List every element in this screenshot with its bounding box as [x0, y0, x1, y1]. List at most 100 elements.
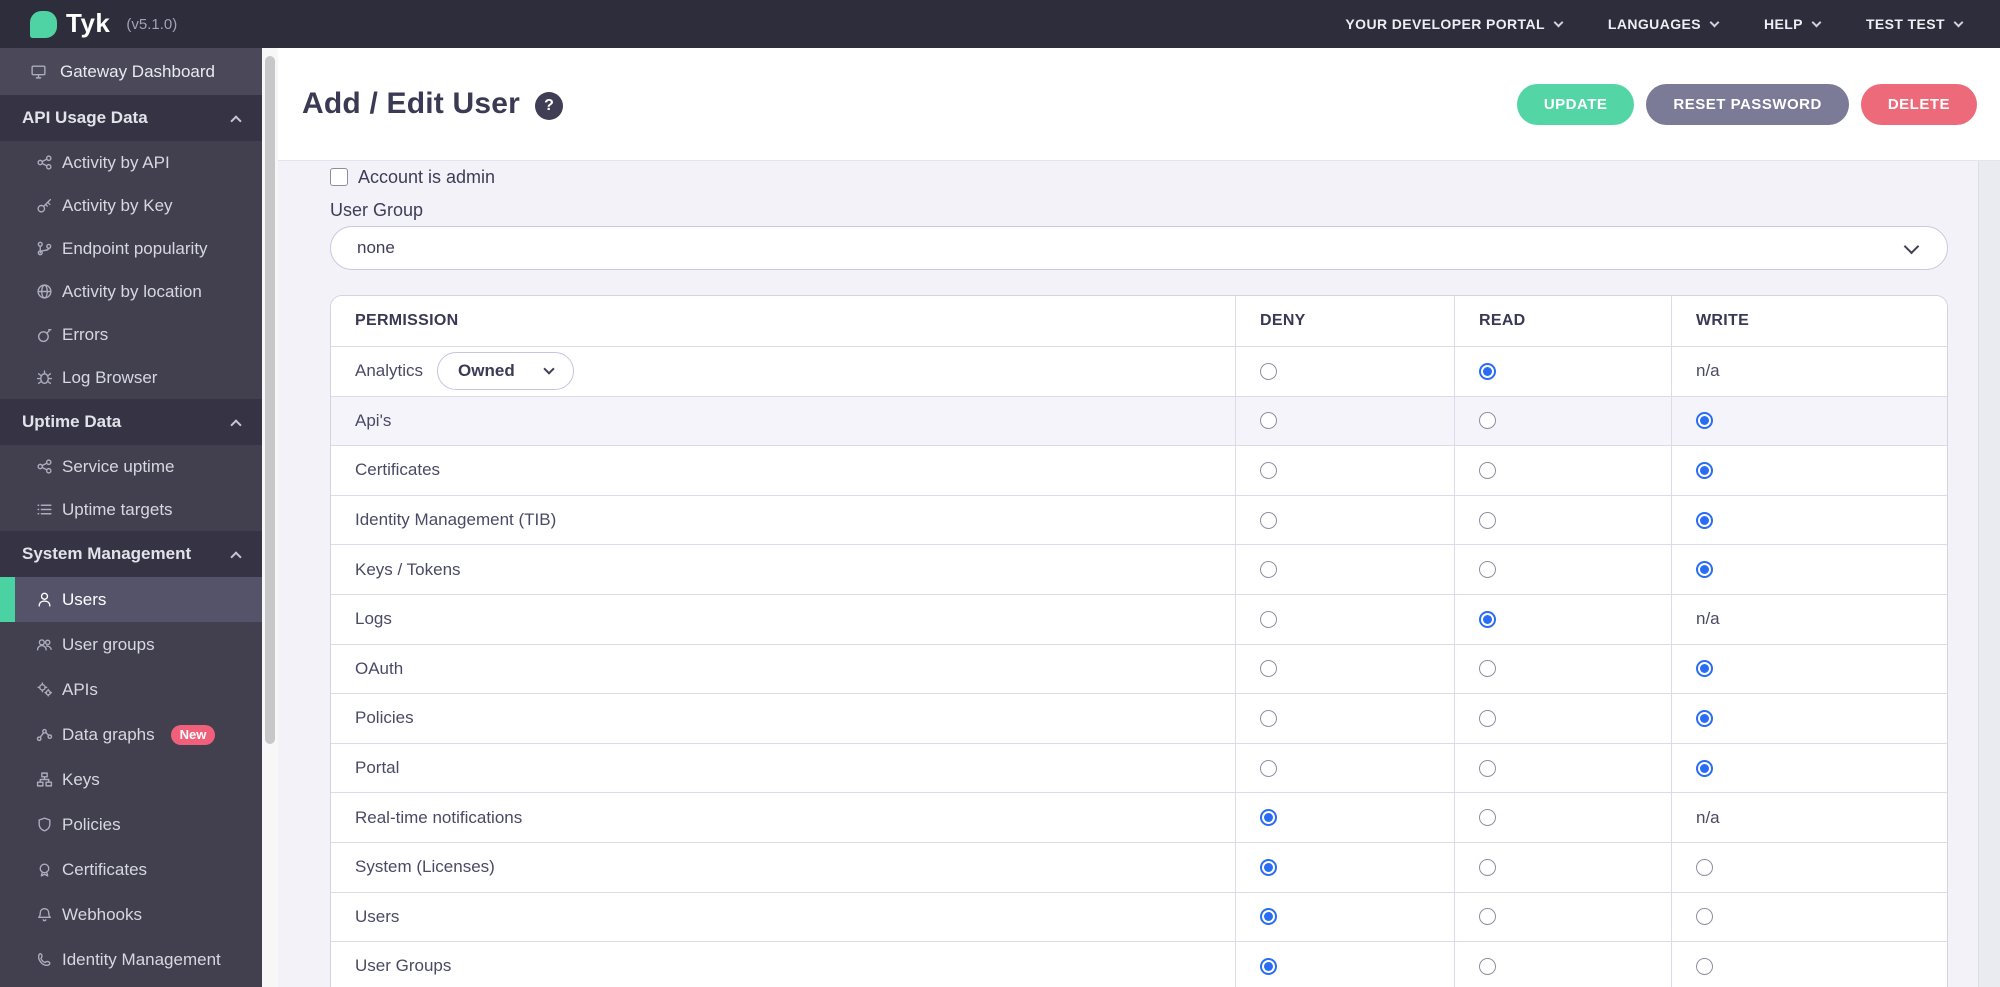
radio-certificates-read[interactable] [1479, 461, 1496, 479]
radio-real-time-notifications-deny[interactable] [1260, 809, 1277, 827]
topbar-menu-your-developer-portal[interactable]: YOUR DEVELOPER PORTAL [1345, 16, 1564, 32]
sidebar-item-user-groups[interactable]: User groups [0, 622, 262, 667]
radio-portal-deny[interactable] [1260, 759, 1277, 777]
write-cell [1671, 842, 1947, 892]
radio-users-write[interactable] [1696, 908, 1713, 926]
radio-identity-management-tib-write[interactable] [1696, 511, 1713, 529]
version-label: (v5.1.0) [126, 15, 178, 33]
sidebar-item-apis[interactable]: APIs [0, 667, 262, 712]
sidebar-item-activity-by-key[interactable]: Activity by Key [0, 184, 262, 227]
radio-users-deny[interactable] [1260, 908, 1277, 926]
radio-oauth-write[interactable] [1696, 660, 1713, 678]
sidebar-item-data-graphs[interactable]: Data graphs New [0, 712, 262, 757]
radio-api-s-read[interactable] [1479, 412, 1496, 430]
radio-logs-deny[interactable] [1260, 610, 1277, 628]
sidebar-item-keys[interactable]: Keys [0, 757, 262, 802]
radio-oauth-deny[interactable] [1260, 660, 1277, 678]
permission-label: Api's [355, 410, 392, 430]
table-row-oauth: OAuth [331, 643, 1947, 694]
radio-system-licenses-deny[interactable] [1260, 858, 1277, 876]
sidebar-section-system-management[interactable]: System Management [0, 531, 262, 577]
gears-icon [36, 681, 53, 698]
radio-user-groups-write[interactable] [1696, 957, 1713, 975]
account-is-admin-checkbox[interactable] [330, 168, 348, 186]
radio-keys-tokens-read[interactable] [1479, 561, 1496, 579]
permission-label: Keys / Tokens [355, 559, 461, 579]
reset-password-button[interactable]: RESET PASSWORD [1646, 83, 1849, 125]
sidebar-item-label: Gateway Dashboard [60, 61, 215, 81]
radio-portal-write[interactable] [1696, 759, 1713, 777]
read-cell [1454, 495, 1671, 545]
write-cell: n/a [1671, 594, 1947, 644]
radio-policies-read[interactable] [1479, 709, 1496, 727]
sidebar-item-gateway-dashboard[interactable]: Gateway Dashboard [0, 48, 262, 95]
help-icon[interactable]: ? [535, 92, 564, 120]
sidebar-scrollbar-thumb[interactable] [265, 56, 275, 744]
sidebar-item-uptime-targets[interactable]: Uptime targets [0, 488, 262, 531]
radio-user-groups-deny[interactable] [1260, 957, 1277, 975]
user-group-select[interactable]: none [330, 226, 1948, 270]
sidebar-section-uptime-data[interactable]: Uptime Data [0, 399, 262, 445]
radio-identity-management-tib-read[interactable] [1479, 511, 1496, 529]
permission-cell: Identity Management (TIB) [331, 496, 1235, 545]
radio-policies-deny[interactable] [1260, 709, 1277, 727]
radio-certificates-deny[interactable] [1260, 461, 1277, 479]
update-button[interactable]: UPDATE [1516, 83, 1635, 125]
sidebar-item-users[interactable]: Users [0, 577, 262, 622]
radio-analytics-read[interactable] [1479, 362, 1496, 380]
sidebar-section-api-usage-data[interactable]: API Usage Data [0, 95, 262, 141]
radio-logs-read[interactable] [1479, 610, 1496, 628]
radio-system-licenses-write[interactable] [1696, 858, 1713, 876]
radio-identity-management-tib-deny[interactable] [1260, 511, 1277, 529]
sidebar-item-endpoint-popularity[interactable]: Endpoint popularity [0, 227, 262, 270]
sidebar-item-label: Users [62, 589, 107, 609]
topbar-menu-help[interactable]: HELP [1764, 16, 1822, 32]
deny-cell [1235, 842, 1454, 892]
content-scrollbar[interactable] [1978, 160, 2000, 987]
sidebar-item-activity-by-location[interactable]: Activity by location [0, 270, 262, 313]
topbar-menu-test-test[interactable]: TEST TEST [1866, 16, 1964, 32]
radio-system-licenses-read[interactable] [1479, 858, 1496, 876]
page-header: Add / Edit User ? UPDATE RESET PASSWORD DE… [278, 48, 2000, 160]
radio-keys-tokens-deny[interactable] [1260, 561, 1277, 579]
read-cell [1454, 694, 1671, 743]
table-row-identity-management-tib: Identity Management (TIB) [331, 494, 1947, 545]
body-row: Gateway Dashboard API Usage Data Activity… [0, 48, 2000, 987]
bell-icon [36, 906, 53, 923]
radio-analytics-deny[interactable] [1260, 362, 1277, 380]
radio-api-s-deny[interactable] [1260, 412, 1277, 430]
radio-user-groups-read[interactable] [1479, 957, 1496, 975]
radio-users-read[interactable] [1479, 908, 1496, 926]
column-header-label: WRITE [1696, 312, 1750, 329]
analytics-scope-select[interactable]: Owned [437, 352, 574, 391]
table-row-system-licenses: System (Licenses) [331, 841, 1947, 892]
radio-real-time-notifications-read[interactable] [1479, 809, 1496, 827]
delete-button[interactable]: DELETE [1860, 83, 1977, 125]
deny-cell [1235, 694, 1454, 743]
permission-label: Identity Management (TIB) [355, 510, 557, 530]
sidebar-item-certificates[interactable]: Certificates [0, 847, 262, 892]
topbar-menu-languages[interactable]: LANGUAGES [1608, 16, 1720, 32]
account-is-admin-label: Account is admin [358, 166, 496, 187]
chevron-down-icon [1811, 17, 1822, 27]
sidebar-item-service-uptime[interactable]: Service uptime [0, 445, 262, 488]
sidebar-item-errors[interactable]: Errors [0, 313, 262, 356]
radio-api-s-write[interactable] [1696, 412, 1713, 430]
permission-label: Analytics [355, 361, 424, 381]
sidebar-item-log-browser[interactable]: Log Browser [0, 356, 262, 399]
sidebar-item-activity-by-api[interactable]: Activity by API [0, 141, 262, 184]
sidebar-item-webhooks[interactable]: Webhooks [0, 892, 262, 937]
write-cell: n/a [1671, 347, 1947, 396]
topbar-menu-label: YOUR DEVELOPER PORTAL [1345, 16, 1545, 32]
radio-policies-write[interactable] [1696, 709, 1713, 727]
radio-keys-tokens-write[interactable] [1696, 561, 1713, 579]
sidebar-item-identity-management[interactable]: Identity Management [0, 937, 262, 982]
sidebar-item-label: Activity by API [62, 152, 170, 172]
radio-certificates-write[interactable] [1696, 461, 1713, 479]
radio-portal-read[interactable] [1479, 759, 1496, 777]
write-cell [1671, 743, 1947, 793]
graph-icon [36, 726, 53, 743]
radio-oauth-read[interactable] [1479, 660, 1496, 678]
sidebar-item-policies[interactable]: Policies [0, 802, 262, 847]
tyk-brand[interactable]: Tyk (v5.1.0) [30, 8, 178, 40]
